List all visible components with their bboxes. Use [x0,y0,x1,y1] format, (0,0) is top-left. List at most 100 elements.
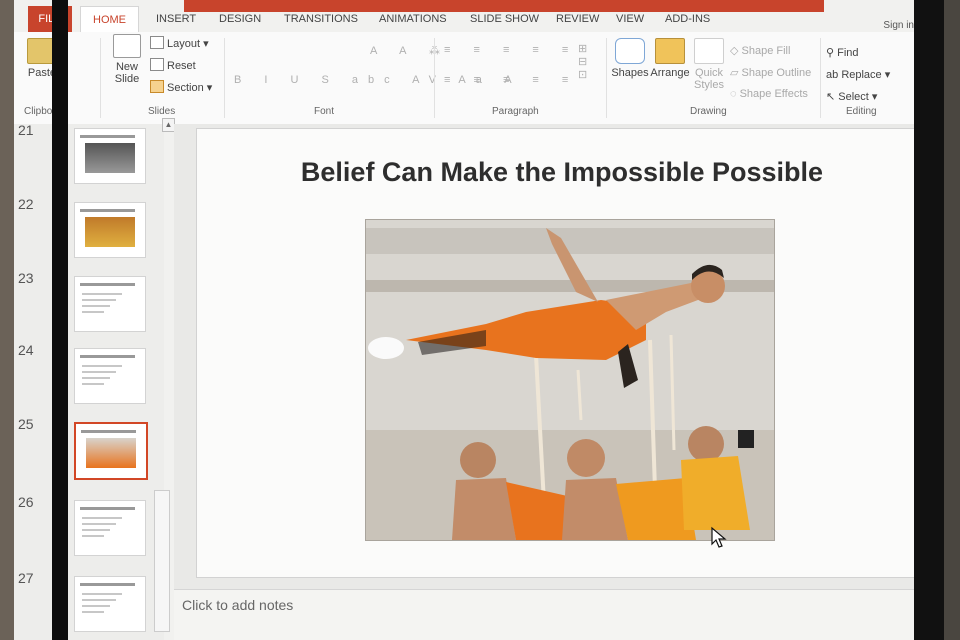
slide-number: 23 [18,270,34,286]
tab-insert[interactable]: INSERT [156,6,196,32]
replace-button[interactable]: ab Replace ▾ [826,68,890,81]
thumbnail-text-line [82,523,116,525]
shape-effects-button[interactable]: ◌ Shape Effects [730,88,808,100]
divider [606,38,607,118]
drawing-group-label: Drawing [690,106,727,117]
shapes-label: Shapes [611,67,649,79]
slide-thumbnail[interactable] [74,500,146,556]
reset-label: Reset [167,60,196,72]
thumbnail-title-line [80,209,135,212]
thumbnail-title-line [80,583,135,586]
find-label: Find [837,47,859,59]
thumbnail-text-line [82,605,110,607]
projector-bezel-right [914,0,944,640]
shape-fill-label: Shape Fill [741,45,791,57]
new-slide-icon [113,34,141,58]
binoculars-icon: ⚲ [826,47,835,59]
tab-animations[interactable]: ANIMATIONS [379,6,447,32]
divider [224,38,225,118]
current-slide[interactable]: Belief Can Make the Impossible Possible [196,128,928,578]
thumbnail-text-line [82,529,110,531]
wall-left [0,0,14,640]
slide-thumbnail[interactable] [74,422,148,480]
section-icon [150,80,164,93]
quick-styles-label: Quick Styles [694,67,724,91]
list-controls[interactable]: ≡ ≡ ≡ ≡ ≡ [444,44,578,56]
notes-placeholder[interactable]: Click to add notes [182,597,293,613]
tab-design[interactable]: DESIGN [219,6,261,32]
slide-title[interactable]: Belief Can Make the Impossible Possible [197,157,927,188]
thumbnail-text-line [82,535,104,537]
replace-icon: ab [826,69,839,81]
tab-add-ins[interactable]: ADD-INS [665,6,710,32]
shape-fill-button[interactable]: ◇ Shape Fill [730,44,790,57]
slide-thumbnail[interactable] [74,202,146,258]
thumbnail-text-line [82,371,116,373]
new-slide-button[interactable]: New Slide [106,34,148,85]
arrange-label: Arrange [650,67,690,79]
shape-outline-button[interactable]: ▱ Shape Outline [730,66,811,79]
section-button[interactable]: Section ▾ [150,80,212,94]
thumbnail-text-line [82,299,116,301]
font-size-controls[interactable]: A A ⁂ [370,44,450,57]
editing-group-label: Editing [846,106,877,117]
tab-transitions[interactable]: TRANSITIONS [284,6,358,32]
text-direction-controls[interactable]: ⊞ ⊟ ⊡ [578,42,589,81]
find-button[interactable]: ⚲ Find [826,46,859,59]
tab-review[interactable]: REVIEW [556,6,599,32]
select-label: Select [838,91,869,103]
thumbnail-title-line [81,430,136,433]
arrange-button[interactable]: Arrange [650,38,690,79]
layout-button[interactable]: Layout ▾ [150,36,209,50]
divider [434,38,435,118]
paragraph-group-label: Paragraph [492,106,539,117]
quick-styles-icon [694,38,724,64]
thumbnail-text-line [82,305,110,307]
select-button[interactable]: ↖ Select ▾ [826,90,877,103]
thumbnail-text-line [82,293,122,295]
tab-slide-show[interactable]: SLIDE SHOW [470,6,539,32]
shape-outline-label: Shape Outline [741,67,812,79]
tab-home[interactable]: HOME [80,6,139,33]
slide-thumbnail[interactable] [74,128,146,184]
slide-photo[interactable] [365,219,775,541]
sign-in-link[interactable]: Sign in [883,20,914,31]
divider [820,38,821,118]
thumbnail-text-line [82,517,122,519]
shape-effects-label: Shape Effects [739,88,808,100]
slide-number: 24 [18,342,34,358]
tab-view[interactable]: VIEW [616,6,644,32]
slides-group-label: Slides [148,106,176,117]
slide-thumbnail[interactable] [74,348,146,404]
slide-thumbnail[interactable] [74,576,146,632]
shapes-button[interactable]: Shapes [610,38,650,79]
quick-styles-button[interactable]: Quick Styles [690,38,728,91]
ribbon-tabs: FILE HOME INSERT DESIGN TRANSITIONS ANIM… [14,6,942,33]
select-icon: ↖ [826,91,836,103]
thumbnail-image [85,143,135,173]
reset-button[interactable]: Reset [150,58,196,72]
monks-photo-illustration [366,220,774,540]
divider [100,38,101,118]
arrange-icon [655,38,685,64]
thumbnail-text-line [82,593,122,595]
new-slide-label: New Slide [114,61,140,85]
slide-number: 22 [18,196,34,212]
slide-thumbnail[interactable] [74,276,146,332]
wall-right [944,0,960,640]
thumbnail-image [86,438,136,468]
thumbnail-text-line [82,383,104,385]
alignment-controls[interactable]: ≡ ≡ ≡ ≡ ≡ [444,74,578,86]
thumbnail-text-line [82,599,116,601]
section-label: Section [167,82,204,94]
thumbnail-title-line [80,135,135,138]
reset-icon [150,58,164,71]
slide-number: 27 [18,570,34,586]
thumbnail-text-line [82,365,122,367]
thumbnail-scrollbar[interactable] [154,490,170,632]
replace-label: Replace [841,69,882,81]
layout-label: Layout [167,38,201,50]
thumbnail-title-line [80,283,135,286]
slide-number: 25 [18,416,34,432]
thumbnail-title-line [80,355,135,358]
